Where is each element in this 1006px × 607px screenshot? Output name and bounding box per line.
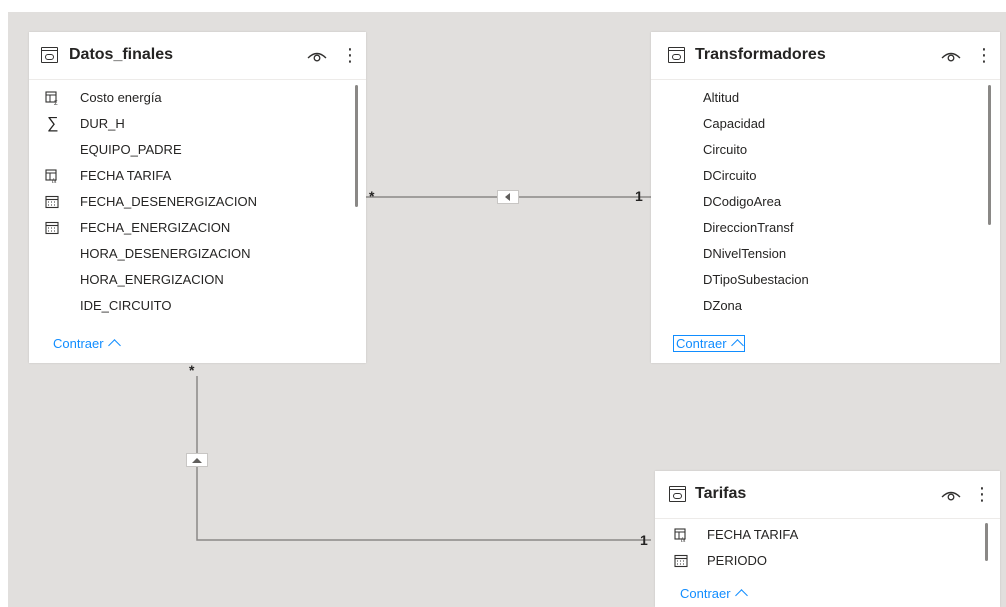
field-row[interactable]: PERIODO: [655, 548, 1000, 574]
scrollbar[interactable]: [985, 523, 988, 561]
table-card-datos-finales[interactable]: Datos_finales ⋮ Σ Costo energía ∑ DUR_H …: [29, 32, 366, 363]
field-label: Costo energía: [80, 90, 162, 105]
field-row[interactable]: DireccionTransf: [651, 215, 1000, 241]
relationship-line-tarifas[interactable]: [196, 376, 651, 541]
table-card-transformadores[interactable]: Transformadores ⋮ Altitud Capacidad Circ…: [651, 32, 1000, 363]
cardinality-many-transformadores: *: [369, 188, 375, 204]
field-row[interactable]: EQUIPO_PADRE: [29, 137, 366, 163]
more-options-icon[interactable]: ⋮: [975, 45, 993, 65]
visibility-icon[interactable]: [941, 488, 961, 502]
field-row[interactable]: IDE_CIRCUITO: [29, 293, 366, 319]
scrollbar[interactable]: [355, 85, 358, 207]
chevron-up-icon: [107, 339, 121, 352]
field-row[interactable]: Altitud: [651, 85, 1000, 111]
field-row[interactable]: fx FECHA TARIFA: [29, 163, 366, 189]
table-title[interactable]: Transformadores: [695, 46, 826, 64]
field-label: DNivelTension: [703, 246, 787, 261]
collapse-link[interactable]: Contraer: [678, 585, 748, 602]
field-row[interactable]: Capacidad: [651, 111, 1000, 137]
field-label: DTipoSubestacion: [703, 272, 809, 287]
filter-direction-up-icon[interactable]: [186, 453, 208, 467]
field-label: HORA_DESENERGIZACION: [80, 246, 251, 261]
table-icon: [668, 47, 685, 63]
table-card-tarifas[interactable]: Tarifas ⋮ fx FECHA TARIFA PERIODO Contra…: [655, 471, 1000, 607]
field-label: Circuito: [703, 142, 748, 157]
svg-text:Σ: Σ: [54, 101, 58, 105]
field-label: IDE_CIRCUITO: [80, 298, 172, 313]
collapse-label: Contraer: [53, 336, 104, 351]
calculated-column-icon: fx: [674, 528, 687, 542]
cardinality-one-tarifas: 1: [640, 532, 648, 548]
more-options-icon[interactable]: ⋮: [341, 45, 359, 65]
visibility-icon[interactable]: [941, 49, 961, 63]
field-label: FECHA TARIFA: [707, 527, 799, 542]
field-row[interactable]: DCircuito: [651, 163, 1000, 189]
field-row[interactable]: DCodigoArea: [651, 189, 1000, 215]
field-label: DireccionTransf: [703, 220, 794, 235]
field-label: PERIODO: [707, 553, 767, 568]
field-label: DCircuito: [703, 168, 757, 183]
scrollbar[interactable]: [988, 85, 991, 225]
field-row[interactable]: ∑ DUR_H: [29, 111, 366, 137]
field-row[interactable]: DTipoSubestacion: [651, 267, 1000, 293]
cardinality-many-tarifas: *: [189, 362, 195, 378]
field-row[interactable]: FECHA_DESENERGIZACION: [29, 189, 366, 215]
filter-direction-left-icon[interactable]: [497, 190, 519, 204]
field-label: Capacidad: [703, 116, 766, 131]
chevron-up-icon: [730, 339, 744, 352]
field-row[interactable]: HORA_ENERGIZACION: [29, 267, 366, 293]
field-row[interactable]: Circuito: [651, 137, 1000, 163]
collapse-link[interactable]: Contraer: [51, 335, 121, 352]
table-title[interactable]: Tarifas: [695, 485, 746, 503]
collapse-label: Contraer: [680, 586, 731, 601]
table-title[interactable]: Datos_finales: [69, 46, 173, 64]
field-label: FECHA_ENERGIZACION: [80, 220, 231, 235]
card-header[interactable]: Tarifas ⋮: [655, 471, 1000, 519]
calculated-table-icon: Σ: [45, 91, 58, 105]
visibility-icon[interactable]: [307, 49, 327, 63]
svg-text:fx: fx: [52, 179, 58, 183]
field-label: FECHA TARIFA: [80, 168, 172, 183]
field-row[interactable]: Σ Costo energía: [29, 85, 366, 111]
calculated-column-icon: fx: [45, 169, 58, 183]
field-label: DCodigoArea: [703, 194, 782, 209]
table-icon: [41, 47, 58, 63]
field-label: EQUIPO_PADRE: [80, 142, 182, 157]
field-row[interactable]: DNivelTension: [651, 241, 1000, 267]
field-row[interactable]: HORA_DESENERGIZACION: [29, 241, 366, 267]
sum-icon: ∑: [47, 115, 59, 132]
field-row[interactable]: DZona: [651, 293, 1000, 319]
collapse-label: Contraer: [676, 336, 727, 351]
field-label: HORA_ENERGIZACION: [80, 272, 224, 287]
table-icon: [669, 486, 686, 502]
field-label: DUR_H: [80, 116, 125, 131]
cardinality-one-transformadores: 1: [635, 188, 643, 204]
field-label: Altitud: [703, 90, 740, 105]
calendar-icon: [45, 195, 59, 209]
chevron-up-icon: [734, 589, 748, 602]
field-row[interactable]: fx FECHA TARIFA: [655, 522, 1000, 548]
card-header[interactable]: Transformadores ⋮: [651, 32, 1000, 80]
calendar-icon: [45, 221, 59, 235]
more-options-icon[interactable]: ⋮: [973, 484, 991, 504]
field-row[interactable]: FECHA_ENERGIZACION: [29, 215, 366, 241]
field-label: DZona: [703, 298, 743, 313]
field-list: Σ Costo energía ∑ DUR_H EQUIPO_PADRE fx …: [29, 80, 366, 320]
calendar-icon: [674, 554, 688, 568]
svg-text:fx: fx: [681, 538, 687, 542]
field-label: FECHA_DESENERGIZACION: [80, 194, 257, 209]
field-list: fx FECHA TARIFA PERIODO: [655, 519, 1000, 575]
card-header[interactable]: Datos_finales ⋮: [29, 32, 366, 80]
collapse-link[interactable]: Contraer: [673, 335, 745, 352]
field-list: Altitud Capacidad Circuito DCircuito DCo…: [651, 80, 1000, 320]
